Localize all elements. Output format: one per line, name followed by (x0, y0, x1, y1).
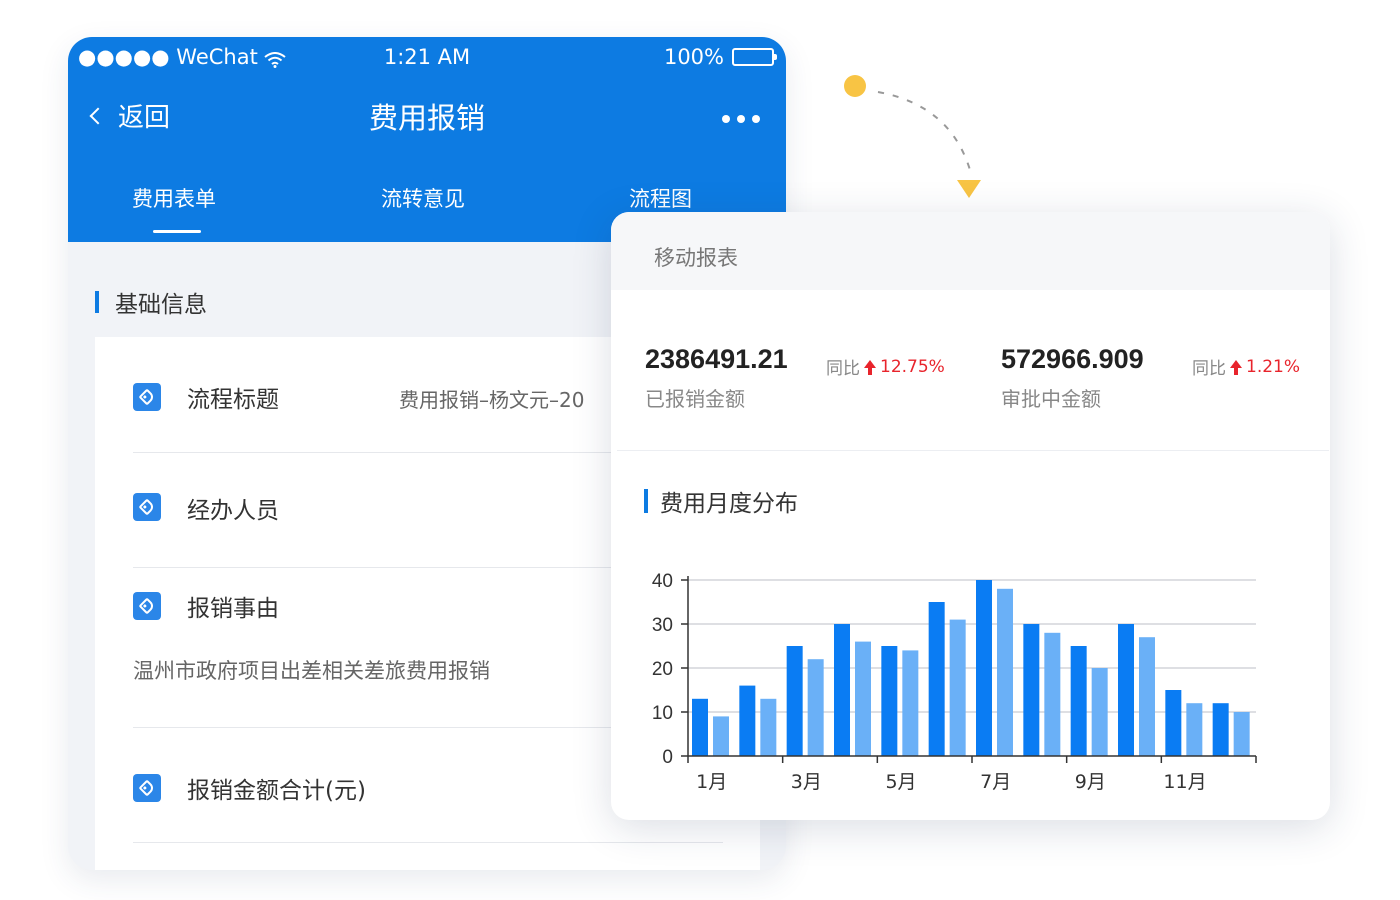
chart-bar (949, 619, 966, 756)
more-dot-icon (722, 115, 730, 123)
x-tick-label: 3月 (791, 771, 822, 793)
row-value: 费用报销–杨文元–20 (399, 388, 585, 412)
page-title: 费用报销 (368, 101, 485, 135)
chart-bar (834, 624, 850, 756)
tag-icon (133, 774, 161, 802)
tab-expense-form[interactable]: 费用表单 (132, 183, 216, 213)
chart-bar (1044, 632, 1061, 756)
chart-bar (807, 659, 824, 756)
yoy-badge: 同比 1.21% (1192, 354, 1301, 380)
more-dot-icon (752, 115, 760, 123)
yoy-value: 12.75% (880, 356, 945, 377)
divider (133, 842, 723, 843)
stat-reimbursed: 2386491.21 已报销金额 (645, 344, 788, 412)
x-tick-label: 7月 (980, 771, 1011, 793)
chart-bar (902, 650, 919, 756)
tag-icon (133, 493, 161, 521)
chart-accent-bar (644, 489, 648, 513)
chart-bar (1186, 703, 1203, 756)
chart-bar (1118, 624, 1134, 756)
monthly-expense-chart: 0 10 20 30 40 1月 3月 5月 7月 9月 11月 (652, 571, 1257, 793)
row-label: 报销金额合计(元) (187, 778, 366, 804)
yoy-label: 同比 (1192, 359, 1226, 379)
chart-bar (1139, 637, 1155, 756)
stat-pending: 572966.909 审批中金额 (1001, 344, 1144, 412)
chart-bar (739, 685, 756, 756)
x-tick-label: 5月 (885, 771, 916, 793)
report-card: 移动报表 2386491.21 已报销金额 同比 12.75% 572966.9… (611, 212, 1330, 820)
tag-icon (133, 383, 161, 411)
more-dot-icon (737, 115, 745, 123)
y-tick-label: 0 (662, 747, 673, 768)
tag-icon (133, 592, 161, 620)
status-right: 100% (663, 45, 777, 69)
stat-label: 已报销金额 (645, 387, 745, 411)
row-label: 流程标题 (187, 387, 279, 413)
chart-bar (713, 716, 729, 756)
yoy-value: 1.21% (1246, 356, 1301, 377)
y-tick-label: 30 (652, 615, 673, 636)
report-header: 移动报表 (611, 212, 1330, 290)
chart-title-text: 费用月度分布 (660, 491, 798, 517)
row-label: 经办人员 (187, 498, 279, 524)
section-title-text: 基础信息 (115, 292, 207, 318)
stage: ●●●●● WeChat 1:21 AM 100% 返回 费用报销 费用表单 流… (0, 0, 1400, 900)
y-tick-label: 10 (652, 703, 673, 724)
section-title: 基础信息 (95, 285, 207, 319)
chart-bar (1165, 690, 1182, 756)
divider (617, 450, 1329, 451)
chart-bar (1023, 624, 1040, 756)
tab-flowchart[interactable]: 流程图 (629, 183, 692, 213)
y-tick-label: 40 (652, 571, 673, 592)
chart-bar (1233, 712, 1250, 756)
battery-icon (732, 48, 777, 66)
nav-bar: 返回 费用报销 (68, 95, 786, 139)
stat-value: 572966.909 (1001, 344, 1144, 374)
battery-percent: 100% (663, 45, 724, 69)
yoy-label: 同比 (826, 359, 860, 379)
more-button[interactable] (722, 115, 760, 123)
section-accent-bar (95, 291, 99, 313)
chart-bar (928, 602, 945, 756)
status-bar: ●●●●● WeChat 1:21 AM 100% (68, 45, 786, 75)
connector-arrow-icon (844, 75, 981, 198)
report-title: 移动报表 (654, 246, 738, 270)
stat-label: 审批中金额 (1001, 387, 1101, 411)
arrow-up-icon (1230, 360, 1242, 375)
chart-bar (997, 588, 1013, 756)
yoy-badge: 同比 12.75% (826, 354, 945, 380)
chart-bar (1212, 703, 1229, 756)
arrow-up-icon (864, 360, 876, 375)
chart-bar (692, 698, 708, 756)
tab-comments[interactable]: 流转意见 (381, 183, 465, 213)
stat-value: 2386491.21 (645, 344, 788, 374)
row-label: 报销事由 (187, 596, 279, 622)
chart-bar (786, 646, 803, 756)
y-tick-label: 20 (652, 659, 673, 680)
chart-bar (881, 646, 898, 756)
chart-title: 费用月度分布 (644, 484, 798, 518)
chart-bar (760, 698, 777, 756)
x-tick-label: 1月 (696, 771, 727, 793)
x-tick-label: 11月 (1163, 771, 1206, 793)
chart-bar (976, 580, 992, 756)
x-tick-label: 9月 (1075, 771, 1106, 793)
chart-bar (1091, 668, 1108, 756)
chart-bar (855, 641, 871, 756)
active-tab-indicator (153, 230, 201, 233)
chart-bar (1070, 646, 1087, 756)
reason-text: 温州市政府项目出差相关差旅费用报销 (133, 659, 490, 683)
